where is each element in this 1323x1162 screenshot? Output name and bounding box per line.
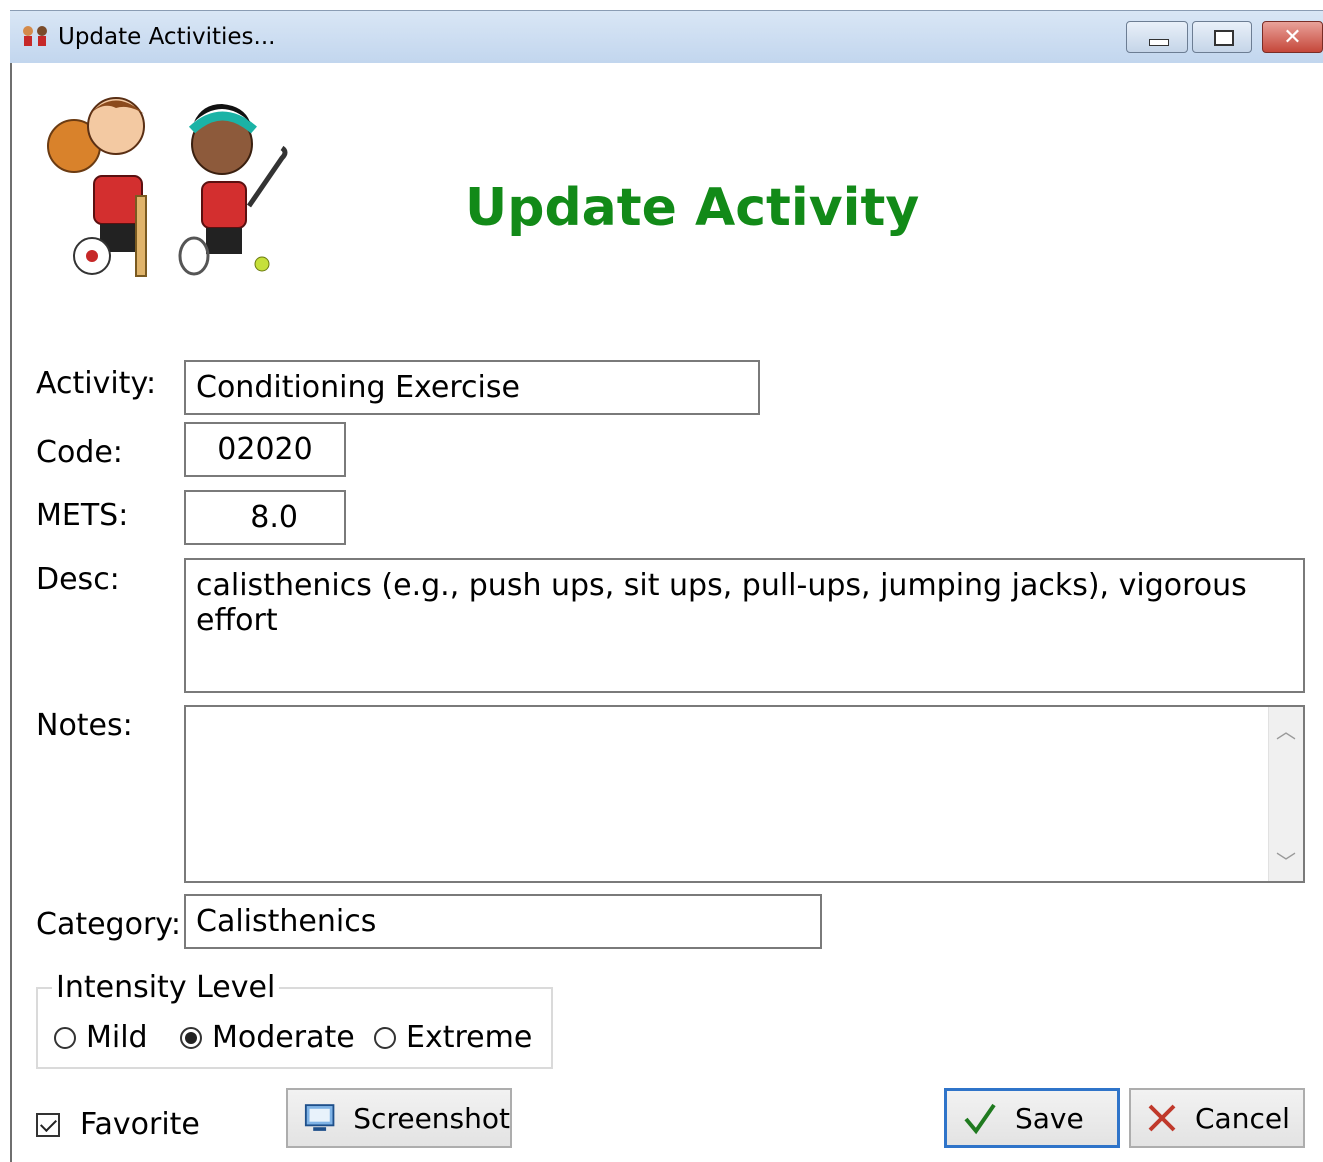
activity-input[interactable]: Conditioning Exercise bbox=[184, 360, 760, 415]
code-label: Code: bbox=[36, 435, 123, 470]
maximize-button[interactable] bbox=[1192, 21, 1252, 53]
favorite-checkbox-row[interactable]: Favorite bbox=[36, 1107, 200, 1142]
radio-extreme-circle[interactable] bbox=[374, 1026, 396, 1049]
radio-moderate-label: Moderate bbox=[212, 1020, 355, 1055]
radio-extreme[interactable]: Extreme bbox=[374, 1020, 532, 1055]
favorite-checkbox[interactable] bbox=[36, 1112, 60, 1137]
mets-input[interactable]: 8.0 bbox=[184, 490, 346, 545]
screenshot-icon bbox=[304, 1104, 335, 1131]
close-button[interactable]: ✕ bbox=[1262, 21, 1323, 53]
radio-mild-circle[interactable] bbox=[54, 1026, 76, 1049]
notes-textarea[interactable]: ︿ ﹀ bbox=[184, 705, 1305, 883]
kids-sports-icon bbox=[23, 26, 47, 46]
radio-mild-label: Mild bbox=[86, 1020, 148, 1055]
category-label: Category: bbox=[36, 907, 181, 942]
window-title: Update Activities... bbox=[58, 24, 276, 50]
mets-label: METS: bbox=[36, 498, 129, 533]
notes-label: Notes: bbox=[36, 708, 133, 743]
category-input[interactable]: Calisthenics bbox=[184, 894, 822, 949]
activity-label: Activity: bbox=[36, 366, 157, 401]
close-icon: ✕ bbox=[1283, 24, 1302, 49]
radio-extreme-label: Extreme bbox=[406, 1020, 533, 1055]
save-button-label: Save bbox=[1015, 1101, 1084, 1135]
radio-moderate-circle[interactable] bbox=[180, 1026, 202, 1049]
favorite-label: Favorite bbox=[80, 1107, 200, 1142]
kids-sports-illustration bbox=[47, 97, 288, 277]
desc-textarea[interactable]: calisthenics (e.g., push ups, sit ups, p… bbox=[184, 558, 1305, 693]
cancel-button[interactable]: Cancel bbox=[1129, 1088, 1305, 1148]
scroll-down-icon[interactable]: ﹀ bbox=[1269, 846, 1303, 875]
checkmark-icon bbox=[964, 1103, 996, 1135]
save-button[interactable]: Save bbox=[944, 1088, 1120, 1148]
notes-scrollbar[interactable]: ︿ ﹀ bbox=[1268, 707, 1303, 881]
code-input[interactable]: 02020 bbox=[184, 422, 346, 477]
page-title: Update Activity bbox=[465, 178, 920, 238]
radio-selected-dot bbox=[185, 1031, 197, 1044]
minimize-button[interactable] bbox=[1126, 21, 1188, 53]
title-bar[interactable]: Update Activities... ✕ bbox=[10, 10, 1323, 63]
intensity-legend: Intensity Level bbox=[52, 970, 280, 1005]
screenshot-button[interactable]: Screenshot bbox=[286, 1088, 512, 1148]
cancel-button-label: Cancel bbox=[1195, 1101, 1290, 1135]
radio-mild[interactable]: Mild bbox=[54, 1020, 148, 1055]
radio-moderate[interactable]: Moderate bbox=[180, 1020, 355, 1055]
desc-label: Desc: bbox=[36, 562, 120, 597]
window-left-border bbox=[0, 10, 12, 1162]
screenshot-button-label: Screenshot bbox=[353, 1101, 510, 1135]
x-icon bbox=[1148, 1104, 1176, 1132]
scroll-up-icon[interactable]: ︿ bbox=[1269, 715, 1303, 744]
